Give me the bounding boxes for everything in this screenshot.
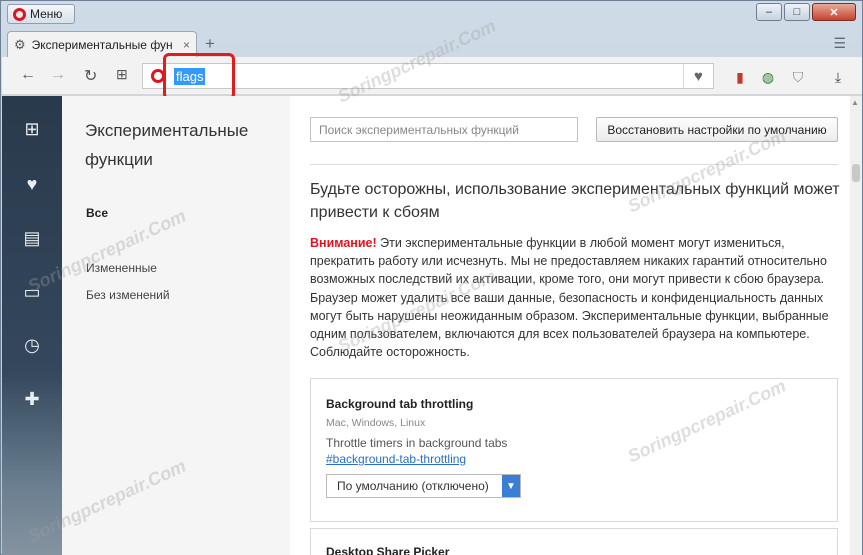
devices-icon[interactable]: ▭ <box>21 281 43 303</box>
warning-attention: Внимание! <box>310 236 377 250</box>
heart-icon[interactable]: ♥ <box>21 173 43 195</box>
forward-button[interactable]: → <box>50 66 66 84</box>
scroll-up-icon[interactable]: ▲ <box>851 98 859 107</box>
flag-title: Desktop Share Picker <box>326 545 450 555</box>
minimize-button[interactable]: ‒ <box>756 3 782 21</box>
scroll-thumb[interactable] <box>852 164 860 182</box>
flag-card: Desktop Share Picker <box>310 528 838 555</box>
back-button[interactable]: ← <box>20 66 36 84</box>
close-tab-icon[interactable]: × <box>183 38 190 52</box>
navigation-toolbar: ← → ↻ ⊞ flags ♥ ▮ ◍ ⛉ ⤓ <box>2 57 862 95</box>
nav-all[interactable]: Все <box>86 206 108 220</box>
extensions-icon[interactable]: ✚ <box>21 388 43 410</box>
scrollbar[interactable]: ▲ <box>850 96 862 555</box>
warning-title: Будьте осторожны, использование эксперим… <box>310 181 840 221</box>
title-bar: Меню ‒ □ ✕ <box>1 1 862 27</box>
shield-icon[interactable]: ⛉ <box>790 69 806 85</box>
warning-text: Внимание! Эти экспериментальные функции … <box>310 234 830 361</box>
close-window-button[interactable]: ✕ <box>812 3 856 21</box>
tab-strip: ⚙ Экспериментальные фун × + ☰ <box>1 27 862 57</box>
flag-description: Throttle timers in background tabs <box>326 436 508 450</box>
flags-nav: Экспериментальные функции Все Измененные… <box>62 96 290 555</box>
download-icon[interactable]: ⤓ <box>830 69 846 85</box>
maximize-button[interactable]: □ <box>784 3 810 21</box>
new-tab-button[interactable]: + <box>205 34 215 54</box>
gear-icon: ⚙ <box>14 36 26 52</box>
browser-window: Меню ‒ □ ✕ ⚙ Экспериментальные фун × + ☰… <box>0 0 863 555</box>
flag-title: Background tab throttling <box>326 397 474 411</box>
speed-dial-icon[interactable]: ⊞ <box>21 118 43 140</box>
warning-body: Эти экспериментальные функции в любой мо… <box>310 236 829 360</box>
reset-defaults-button[interactable]: Восстановить настройки по умолчанию <box>596 117 838 142</box>
tab-title: Экспериментальные фун <box>31 37 173 52</box>
flags-page: Экспериментальные функции Все Измененные… <box>62 96 850 555</box>
nav-changed[interactable]: Измененные <box>86 261 157 275</box>
history-icon[interactable]: ◷ <box>21 334 43 356</box>
window-controls: ‒ □ ✕ <box>756 3 856 21</box>
chevron-down-icon: ▼ <box>502 475 520 497</box>
reload-button[interactable]: ↻ <box>84 66 97 86</box>
bookmark-heart-icon[interactable]: ♥ <box>683 64 713 88</box>
tab-menu-icon[interactable]: ☰ <box>833 35 846 52</box>
vpn-globe-icon[interactable]: ◍ <box>760 69 776 85</box>
flag-card: Background tab throttling Mac, Windows, … <box>310 378 838 522</box>
flags-search-input[interactable] <box>310 117 578 142</box>
speed-dial-button[interactable]: ⊞ <box>116 66 128 83</box>
news-icon[interactable]: ▤ <box>21 227 43 249</box>
bookmarks-icon[interactable]: ▮ <box>732 69 748 85</box>
sidebar: ⊞ ♥ ▤ ▭ ◷ ✚ <box>2 96 62 555</box>
flag-state-value: По умолчанию (отключено) <box>337 479 489 493</box>
url-highlight-annotation <box>163 53 235 100</box>
divider <box>310 164 838 165</box>
page-title: Экспериментальные функции <box>85 121 249 169</box>
flag-state-select[interactable]: По умолчанию (отключено) ▼ <box>326 474 521 498</box>
flag-platforms: Mac, Windows, Linux <box>326 417 426 429</box>
menu-label: Меню <box>30 7 63 21</box>
flag-anchor-link[interactable]: #background-tab-throttling <box>326 452 466 466</box>
nav-unchanged[interactable]: Без изменений <box>86 288 170 302</box>
opera-logo-icon <box>13 7 26 21</box>
opera-menu-button[interactable]: Меню <box>7 4 75 24</box>
